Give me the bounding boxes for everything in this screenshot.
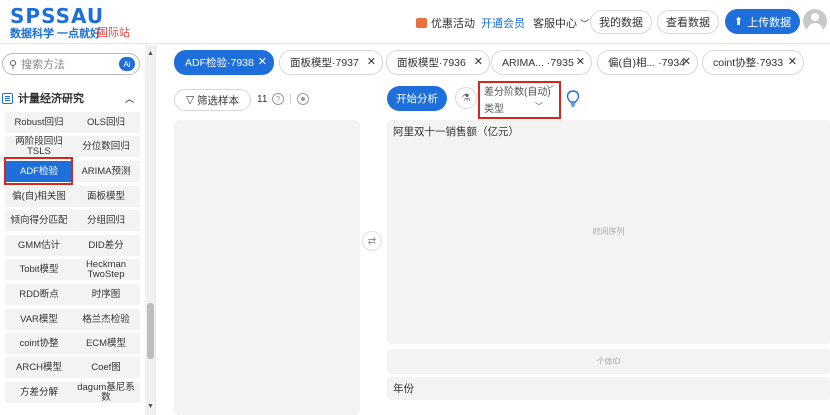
method-button[interactable]: dagum基尼系数 [72,382,140,403]
method-button[interactable]: 倾向得分匹配 [5,210,73,231]
chevron-down-icon: ﹀ [580,19,590,29]
type-label: 类型 [484,104,504,115]
tab[interactable]: coint协整·7933 ✕ [702,50,804,75]
record-icon[interactable] [297,93,309,105]
chevron-down-icon: ﹀ [535,102,543,111]
method-button[interactable]: ECM模型 [72,333,140,354]
type-select[interactable]: 类型 ﹀ [484,99,557,116]
method-button[interactable]: Coef图 [72,357,140,378]
divider [290,94,291,104]
method-sidebar: ⚲ 搜索方法 Ai 计量经济研究 ︿ Robust回归 OLS回归两阶段回归 TSL… [0,45,156,415]
filter-label: 筛选样本 [197,94,240,107]
tab[interactable]: 面板模型·7937 ✕ [279,50,383,75]
tab-label: 偏(自)相... ·7934 [608,57,686,69]
adf-highlight-box [4,157,73,185]
entity-id-placeholder: 个体ID [596,357,621,366]
upload-data-button[interactable]: ⬆ 上传数据 [725,9,800,34]
method-button[interactable]: RDD断点 [5,284,73,305]
avatar[interactable] [803,9,827,33]
upload-label: 上传数据 [747,16,792,29]
search-placeholder: 搜索方法 [21,59,66,71]
close-icon[interactable]: ✕ [258,55,267,68]
promo-label: 优惠活动 [431,18,475,30]
sample-count: 11 [257,94,268,105]
filter-icon: ▽ [185,94,195,106]
diff-order-label: 差分阶数(自动) [484,87,551,98]
method-button[interactable]: DID差分 [72,235,140,256]
method-button[interactable]: 偏(自)相关图 [5,186,73,207]
time-series-variable[interactable]: 阿里双十一销售额（亿元） [393,124,519,139]
swap-arrows-icon[interactable]: ⇄ [362,231,382,251]
top-header: SPSSAU 数据科学 一点就好 国际站 优惠活动 开通会员 客服中心 ﹀ 我的… [0,0,830,44]
close-icon[interactable]: ✕ [788,55,797,68]
tab[interactable]: 偏(自)相... ·7934 ✕ [597,50,698,75]
method-button[interactable]: 分组回归 [72,210,140,231]
scrollbar-thumb[interactable] [147,303,154,359]
method-button[interactable]: 面板模型 [72,186,140,207]
method-button[interactable]: GMM估计 [5,235,73,256]
view-data-button[interactable]: 查看数据 [657,10,719,34]
close-icon[interactable]: ✕ [474,55,483,68]
tab-label: ARIMA... ·7935 [502,56,574,69]
tab-label: ADF检验·7938 [185,57,254,69]
method-button[interactable]: Tobit模型 [5,259,73,280]
time-series-placeholder: 时间序列 [592,227,625,236]
tab[interactable]: ARIMA... ·7935 ✕ [491,50,592,75]
service-label: 客服中心 [533,18,577,30]
tab-label: 面板模型·7936 [397,57,466,69]
method-button[interactable]: ARCH模型 [5,357,73,378]
sidebar-scrollbar[interactable]: ▲ ▼ [145,45,155,415]
intl-site-link[interactable]: 国际站 [97,24,130,40]
chevron-down-icon: ﹀ [546,85,554,94]
scroll-down-arrow-icon[interactable]: ▼ [147,403,154,410]
tab-label: 面板模型·7937 [290,57,359,69]
method-search-input[interactable]: ⚲ 搜索方法 Ai [2,53,140,75]
method-button[interactable]: Robust回归 [5,112,73,133]
diff-order-select[interactable]: 差分阶数(自动) ﹀ [484,82,557,99]
upload-icon: ⬆ [733,16,744,28]
category-icon [2,92,13,104]
method-button[interactable]: 分位数回归 [72,136,140,157]
year-drop-area[interactable]: 年份 [387,377,830,400]
my-data-button[interactable]: 我的数据 [590,10,652,34]
close-icon[interactable]: ✕ [682,55,691,68]
close-icon[interactable]: ✕ [367,55,376,68]
method-button[interactable]: 格兰杰检验 [72,309,140,330]
method-button[interactable]: 时序图 [72,284,140,305]
category-label: 计量经济研究 [18,93,84,105]
tab[interactable]: ADF检验·7938 ✕ [174,50,274,75]
method-button[interactable]: VAR模型 [5,309,73,330]
promo-link[interactable]: 优惠活动 [416,15,475,31]
method-button[interactable]: 两阶段回归 TSLS [5,136,73,157]
year-variable[interactable]: 年份 [393,381,414,396]
gift-icon [416,18,427,28]
method-button[interactable]: coint协整 [5,333,73,354]
method-button[interactable]: Heckman TwoStep [72,259,140,280]
close-icon[interactable]: ✕ [576,55,585,68]
variable-list-panel[interactable] [174,120,360,415]
lightbulb-icon[interactable] [566,90,580,108]
method-button[interactable]: 方差分解 [5,382,73,403]
service-center-menu[interactable]: 客服中心 ﹀ [533,15,589,31]
filter-sample-button[interactable]: ▽ 筛选样本 [174,89,251,111]
tab-label: coint协整·7933 [713,57,784,69]
category-econometrics[interactable]: 计量经济研究 ︿ [2,89,142,107]
scroll-up-arrow-icon[interactable]: ▲ [147,50,154,57]
entity-id-drop-area[interactable]: 个体ID [387,349,830,374]
start-analysis-button[interactable]: 开始分析 [387,86,447,111]
logo-slogan: 数据科学 一点就好 [10,28,102,40]
flask-icon[interactable]: ⚗ [455,87,477,109]
search-icon: ⚲ [9,58,18,71]
chevron-up-icon: ︿ [124,94,134,104]
tab[interactable]: 面板模型·7936 ✕ [386,50,490,75]
member-link[interactable]: 开通会员 [481,15,525,31]
method-button[interactable]: ARIMA预测 [72,161,140,182]
ai-badge[interactable]: Ai [119,57,135,71]
method-button[interactable]: OLS回归 [72,112,140,133]
time-series-drop-area[interactable]: 阿里双十一销售额（亿元） 时间序列 [387,120,830,344]
help-icon[interactable]: ? [272,93,284,105]
